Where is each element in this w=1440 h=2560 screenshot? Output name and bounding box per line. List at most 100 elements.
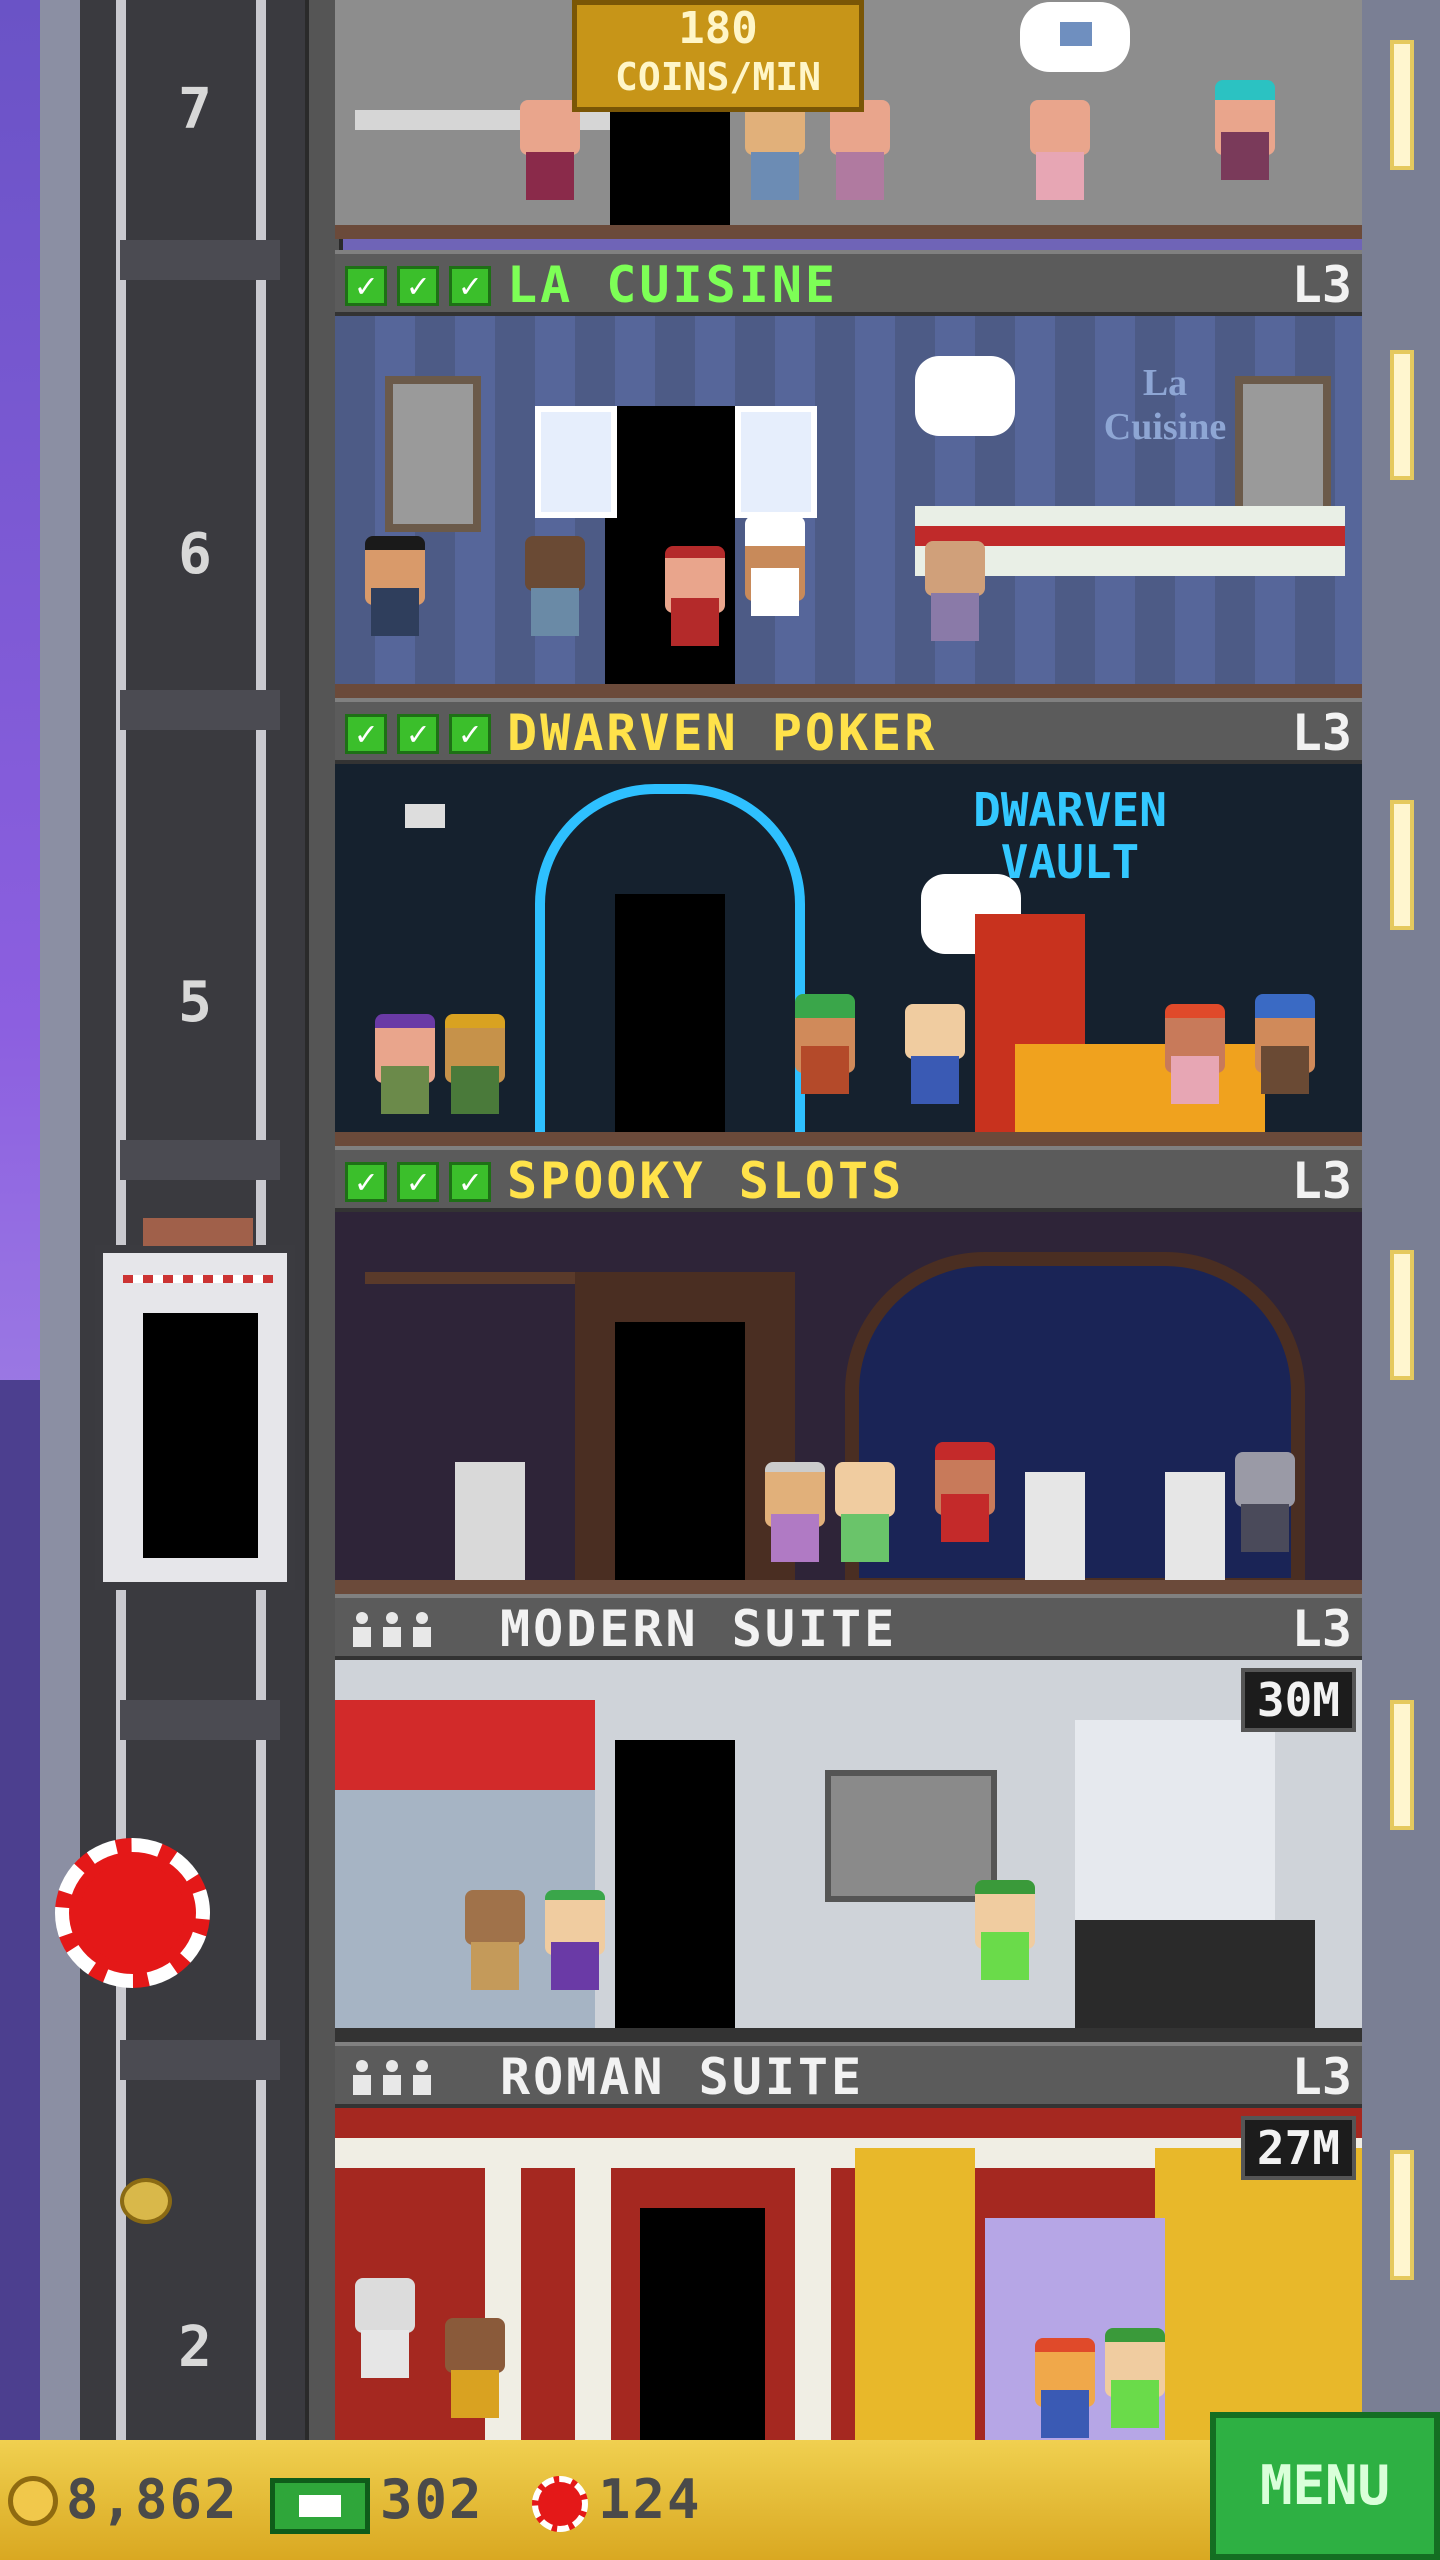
chip-icon [532,2476,588,2532]
floor-la-cuisine[interactable]: ✓ ✓ ✓ LA CUISINE L3 La Cuisine [335,250,1362,698]
bitizen-sprite[interactable] [465,1890,525,1990]
room-interior[interactable]: 30M [335,1660,1362,2042]
dwarf-sprite[interactable] [795,994,855,1094]
floor-roman-suite[interactable]: ROMAN SUITE L3 27M [335,2042,1362,2440]
bitizen-sprite[interactable] [1215,80,1275,180]
bitizen-sprite[interactable] [830,100,890,200]
bitizen-sprite[interactable] [665,546,725,646]
wizard-sprite[interactable] [1255,994,1315,1094]
coins-per-minute-badge[interactable]: 180 COINS/MIN [572,0,864,112]
window-light [1390,40,1414,170]
bitizen-sprite[interactable] [1030,100,1090,200]
coins-count[interactable]: 8,862 [66,2470,239,2530]
slot-machine [455,1462,525,1592]
floor-spooky-slots[interactable]: ✓ ✓ ✓ SPOOKY SLOTS L3 [335,1146,1362,1594]
floor-line [335,1132,1362,1146]
wall-art [825,1770,997,1902]
floor-name: DWARVEN POKER [507,704,938,762]
shaft-brick [120,240,280,280]
elevator-car[interactable] [95,1218,295,1590]
bitizen-sprite[interactable] [445,2318,505,2418]
resident-icon [413,2060,431,2096]
room-interior[interactable]: La Cuisine [335,316,1362,698]
floor-line [335,1580,1362,1594]
floor-line [335,225,1362,239]
casino-chip-center [80,1862,185,1964]
floor-level: L3 [1291,2048,1352,2106]
coins-per-minute-value: 180 [678,3,758,54]
room-interior[interactable]: 27M [335,2108,1362,2440]
floor-dwarven-poker[interactable]: ✓ ✓ ✓ DWARVEN POKER L3 DWARVEN VAULT [335,698,1362,1146]
chips-count[interactable]: 124 [598,2470,702,2530]
coin-icon [8,2476,58,2526]
floor-number: 5 [178,970,212,1035]
chef-sprite[interactable] [745,516,805,616]
wine-bubble-icon[interactable] [915,356,1015,436]
floor-level: L3 [1291,1600,1352,1658]
bitizen-sprite[interactable] [445,1014,505,1114]
floor-header[interactable]: MODERN SUITE L3 [335,1594,1362,1660]
room-interior[interactable]: DWARVEN VAULT [335,764,1362,1146]
window-light [1390,350,1414,480]
floor-level: L3 [1291,704,1352,762]
floor-header[interactable]: ✓ ✓ ✓ SPOOKY SLOTS L3 [335,1146,1362,1212]
shaft-brick [120,1140,280,1180]
elevator-stripe [123,1275,273,1283]
floor-name: MODERN SUITE [500,1600,898,1658]
resident-icon [383,1612,401,1648]
bitizen-sprite[interactable] [1105,2328,1165,2428]
red-wall-panel [335,1700,595,1790]
floor-number: 7 [178,77,212,142]
resident-icon [383,2060,401,2096]
check-icon: ✓ [397,1162,439,1202]
bitizen-sprite[interactable] [745,100,805,200]
bitizen-sprite[interactable] [765,1462,825,1562]
check-icon: ✓ [345,266,387,306]
window-light [1390,1700,1414,1830]
check-icon: ✓ [449,1162,491,1202]
window-light [1390,800,1414,930]
bitizen-sprite[interactable] [520,100,580,200]
bitizen-sprite[interactable] [1165,1004,1225,1104]
check-icon: ✓ [397,266,439,306]
window [735,406,817,518]
speech-bubble-icon[interactable] [1020,2,1130,72]
shaft-brick [120,2040,280,2080]
floor-level: L3 [1291,1152,1352,1210]
bellhop-sprite[interactable] [935,1442,995,1542]
bitizen-sprite[interactable] [365,536,425,636]
room-door [615,1740,735,2040]
check-icon: ✓ [345,714,387,754]
bux-count[interactable]: 302 [380,2470,484,2530]
sign-line: DWARVEN [973,783,1167,837]
zombie-sprite[interactable] [1235,1452,1295,1552]
sign-line: La [1142,362,1188,404]
bitizen-sprite[interactable] [525,536,585,636]
room-door [615,894,725,1144]
floor-header[interactable]: ✓ ✓ ✓ DWARVEN POKER L3 [335,698,1362,764]
floor-line [335,684,1362,698]
bitizen-sprite[interactable] [975,1880,1035,1980]
check-icon: ✓ [449,714,491,754]
bitizen-sprite[interactable] [375,1014,435,1114]
check-icon: ✓ [449,266,491,306]
shaft-brick [120,690,280,730]
menu-button[interactable]: MENU [1210,2412,1440,2560]
bitizen-sprite[interactable] [835,1462,895,1562]
resident-icon [353,2060,371,2096]
bitizen-sprite[interactable] [905,1004,965,1104]
bitizen-sprite[interactable] [545,1890,605,1990]
restock-timer: 30M [1240,1668,1356,1732]
room-door [610,110,730,230]
coins-per-minute-unit: COINS/MIN [615,55,821,99]
floating-coin-icon[interactable] [120,2178,172,2224]
room-interior[interactable] [335,1212,1362,1594]
floor-header[interactable]: ✓ ✓ ✓ LA CUISINE L3 [335,250,1362,316]
floor-header[interactable]: ROMAN SUITE L3 [335,2042,1362,2108]
bitizen-sprite[interactable] [1035,2338,1095,2438]
floor-line [335,2028,1362,2042]
bitizen-sprite[interactable] [925,541,985,641]
resident-icon [413,1612,431,1648]
floor-modern-suite[interactable]: MODERN SUITE L3 30M [335,1594,1362,2042]
column [795,2168,831,2440]
